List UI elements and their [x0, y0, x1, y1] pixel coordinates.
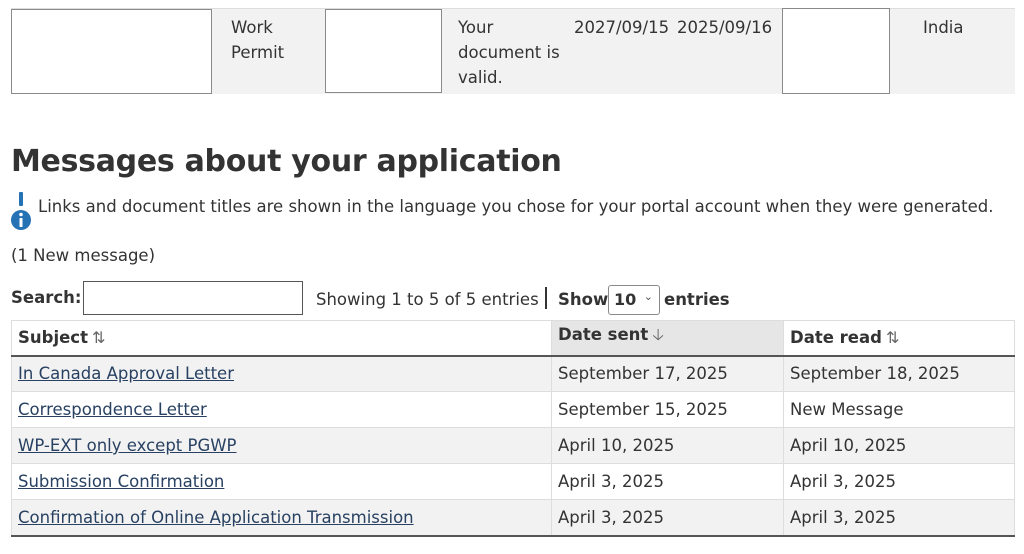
- subject-cell: Confirmation of Online Application Trans…: [11, 499, 552, 537]
- subject-cell: WP-EXT only except PGWP: [11, 427, 552, 464]
- page-size-value: 10: [614, 290, 637, 309]
- table-row: In Canada Approval Letter September 17, …: [11, 355, 1015, 392]
- column-header-label: Date read: [790, 328, 882, 348]
- table-header-row: Subject ⇅ Date sent 🡣 Date read ⇅: [11, 320, 1015, 357]
- sort-down-arrow-icon: 🡣: [652, 325, 664, 345]
- document-issue-date: 2025/09/16: [677, 18, 773, 37]
- table-row: Confirmation of Online Application Trans…: [11, 499, 1015, 537]
- message-link[interactable]: Submission Confirmation: [18, 472, 224, 491]
- search-label: Search:: [11, 288, 82, 307]
- sort-both-icon: ⇅: [885, 328, 900, 348]
- date-sent-cell: September 15, 2025: [551, 391, 784, 428]
- date-sent-cell: April 10, 2025: [551, 427, 784, 464]
- divider: [545, 287, 547, 309]
- subject-cell: Correspondence Letter: [11, 391, 552, 428]
- subject-cell: Submission Confirmation: [11, 463, 552, 500]
- message-link[interactable]: In Canada Approval Letter: [18, 364, 234, 383]
- search-input[interactable]: [83, 281, 303, 315]
- document-country: India: [923, 18, 964, 37]
- document-cell-blank-2: [325, 9, 442, 93]
- date-read-cell: April 10, 2025: [783, 427, 1015, 464]
- date-read-cell: April 3, 2025: [783, 463, 1015, 500]
- date-sent-cell: April 3, 2025: [551, 463, 784, 500]
- date-sent-cell: April 3, 2025: [551, 499, 784, 537]
- new-message-count: (1 New message): [11, 246, 156, 265]
- document-status: Your document is valid.: [458, 18, 560, 87]
- page-title: Messages about your application: [11, 144, 562, 179]
- date-read-cell: New Message: [783, 391, 1015, 428]
- column-header-label: Date sent: [558, 325, 649, 345]
- messages-table: Subject ⇅ Date sent 🡣 Date read ⇅ In Canada…: [11, 320, 1015, 537]
- document-type: Work Permit: [231, 18, 285, 62]
- info-icon: [11, 192, 31, 230]
- language-notice: Links and document titles are shown in t…: [38, 197, 994, 216]
- document-row: Work Permit Your document is valid. 2027…: [11, 8, 1015, 94]
- page-size-select[interactable]: 10 ⌄: [608, 285, 660, 315]
- table-row: Correspondence Letter September 15, 2025…: [11, 391, 1015, 428]
- date-read-cell: April 3, 2025: [783, 499, 1015, 537]
- subject-cell: In Canada Approval Letter: [11, 355, 552, 392]
- column-header-date-sent[interactable]: Date sent 🡣: [551, 320, 784, 357]
- message-link[interactable]: Correspondence Letter: [18, 400, 207, 419]
- sort-both-icon: ⇅: [91, 328, 106, 348]
- message-link[interactable]: WP-EXT only except PGWP: [18, 436, 237, 455]
- column-header-subject[interactable]: Subject ⇅: [11, 320, 552, 357]
- date-sent-cell: September 17, 2025: [551, 355, 784, 392]
- chevron-down-icon: ⌄: [643, 290, 653, 303]
- table-row: Submission Confirmation April 3, 2025 Ap…: [11, 463, 1015, 500]
- entries-label: entries: [664, 290, 730, 309]
- table-info: Showing 1 to 5 of 5 entries: [316, 290, 539, 309]
- document-expiry-date: 2027/09/15: [574, 18, 670, 37]
- column-header-label: Subject: [18, 328, 88, 348]
- document-cell-blank-1: [11, 9, 212, 94]
- message-link[interactable]: Confirmation of Online Application Trans…: [18, 508, 414, 527]
- document-cell-blank-3: [782, 8, 890, 94]
- date-read-cell: September 18, 2025: [783, 355, 1015, 392]
- table-row: WP-EXT only except PGWP April 10, 2025 A…: [11, 427, 1015, 464]
- column-header-date-read[interactable]: Date read ⇅: [783, 320, 1015, 357]
- show-label: Show: [558, 290, 609, 309]
